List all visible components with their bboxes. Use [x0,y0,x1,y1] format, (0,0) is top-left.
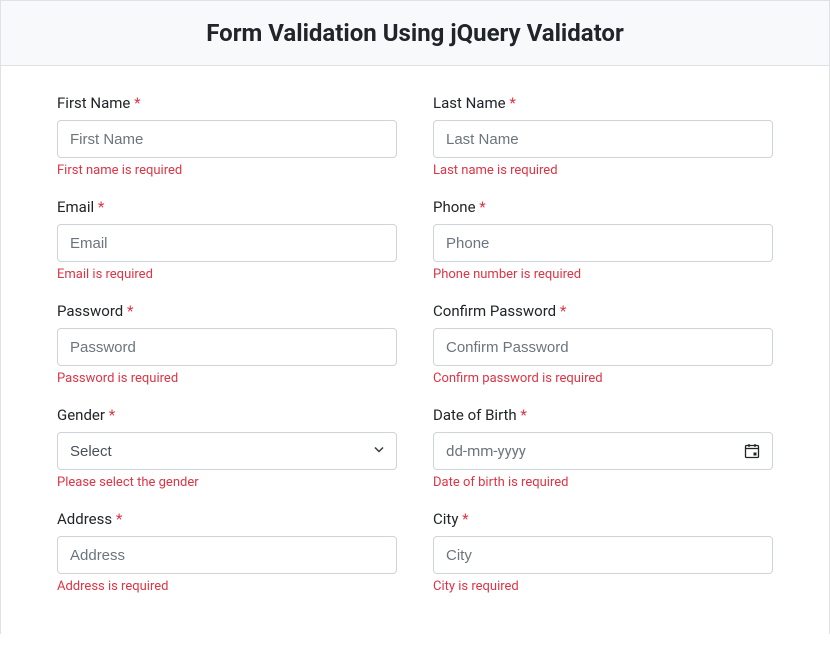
field-group-email: Email * Email is required [57,198,397,282]
phone-input[interactable] [433,224,773,262]
field-group-phone: Phone * Phone number is required [433,198,773,282]
first-name-input[interactable] [57,120,397,158]
gender-select[interactable]: Select [57,432,397,470]
email-input[interactable] [57,224,397,262]
email-label: Email * [57,198,397,216]
required-mark: * [479,198,485,216]
required-mark: * [109,406,115,424]
field-group-gender: Gender * Select Please select the gender [57,406,397,490]
form-header: Form Validation Using jQuery Validator [1,0,829,66]
first-name-error: First name is required [57,163,397,178]
required-mark: * [134,94,140,112]
confirm-password-error: Confirm password is required [433,371,773,386]
dob-label: Date of Birth * [433,406,773,424]
form-body: First Name * First name is required Last… [1,66,829,634]
field-group-password: Password * Password is required [57,302,397,386]
dob-error: Date of birth is required [433,475,773,490]
password-input[interactable] [57,328,397,366]
dob-placeholder: dd-mm-yyyy [446,442,526,460]
required-mark: * [127,302,133,320]
gender-label: Gender * [57,406,397,424]
form-row: Password * Password is required Confirm … [57,302,773,406]
required-mark: * [98,198,104,216]
form-row: Gender * Select Please select the gender… [57,406,773,510]
confirm-password-input[interactable] [433,328,773,366]
required-mark: * [116,510,122,528]
field-group-city: City * City is required [433,510,773,594]
form-container: Form Validation Using jQuery Validator F… [0,0,830,634]
last-name-input[interactable] [433,120,773,158]
page-title: Form Validation Using jQuery Validator [21,19,809,47]
address-error: Address is required [57,579,397,594]
phone-error: Phone number is required [433,267,773,282]
city-error: City is required [433,579,773,594]
password-error: Password is required [57,371,397,386]
calendar-icon [744,443,760,459]
dob-input[interactable]: dd-mm-yyyy [433,432,773,470]
field-group-dob: Date of Birth * dd-mm-yyyy Date of birth [433,406,773,490]
confirm-password-label: Confirm Password * [433,302,773,320]
first-name-label: First Name * [57,94,397,112]
city-input[interactable] [433,536,773,574]
last-name-label: Last Name * [433,94,773,112]
gender-select-wrap: Select [57,432,397,470]
field-group-first-name: First Name * First name is required [57,94,397,178]
required-mark: * [520,406,526,424]
city-label: City * [433,510,773,528]
field-group-address: Address * Address is required [57,510,397,594]
address-input[interactable] [57,536,397,574]
password-label: Password * [57,302,397,320]
form-row: Address * Address is required City * Cit… [57,510,773,614]
address-label: Address * [57,510,397,528]
form-row: Email * Email is required Phone * Phone … [57,198,773,302]
required-mark: * [560,302,566,320]
phone-label: Phone * [433,198,773,216]
required-mark: * [509,94,515,112]
field-group-last-name: Last Name * Last name is required [433,94,773,178]
field-group-confirm-password: Confirm Password * Confirm password is r… [433,302,773,386]
email-error: Email is required [57,267,397,282]
required-mark: * [462,510,468,528]
gender-error: Please select the gender [57,475,397,490]
last-name-error: Last name is required [433,163,773,178]
form-row: First Name * First name is required Last… [57,94,773,198]
